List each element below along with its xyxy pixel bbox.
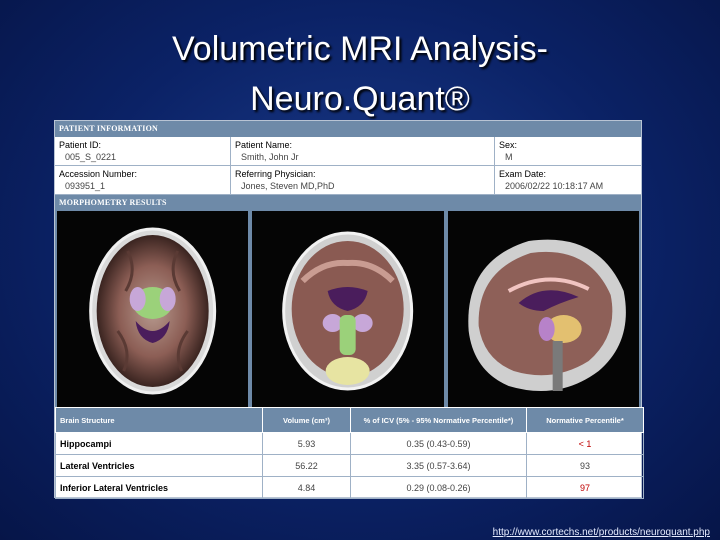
row-structure: Inferior Lateral Ventricles	[55, 476, 263, 499]
table-row: Hippocampi 5.93 0.35 (0.43-0.59) < 1	[55, 432, 644, 455]
row-structure: Hippocampi	[55, 432, 263, 455]
info-row: Accession Number: 093951_1 Referring Phy…	[55, 166, 641, 195]
sex-label: Sex:	[499, 140, 518, 150]
results-header-row: Brain Structure Volume (cm³) % of ICV (5…	[55, 407, 644, 433]
row-icv: 0.35 (0.43-0.59)	[350, 432, 527, 455]
row-volume: 5.93	[262, 432, 351, 455]
info-row: Patient ID: 005_S_0221 Patient Name: Smi…	[55, 137, 641, 166]
row-percentile: 93	[526, 454, 644, 477]
patient-name-label: Patient Name:	[235, 140, 293, 150]
row-structure: Lateral Ventricles	[55, 454, 263, 477]
patient-id-value: 005_S_0221	[65, 152, 117, 162]
mri-image-strip	[55, 211, 641, 407]
coronal-mri-image	[252, 211, 444, 407]
patient-info-header: PATIENT INFORMATION	[55, 121, 641, 137]
neuroquant-report: PATIENT INFORMATION Patient ID: 005_S_02…	[54, 120, 644, 499]
row-percentile: 97	[526, 476, 644, 499]
results-table: Brain Structure Volume (cm³) % of ICV (5…	[55, 407, 644, 499]
axial-mri-image	[57, 211, 249, 407]
patient-id-cell: Patient ID: 005_S_0221	[55, 137, 231, 165]
header-brain-structure: Brain Structure	[55, 407, 263, 433]
slide-title: Volumetric MRI Analysis- Neuro.Quant®	[0, 24, 720, 124]
title-line-1: Volumetric MRI Analysis-	[172, 30, 548, 68]
sex-value: M	[505, 152, 513, 162]
exam-date-value: 2006/02/22 10:18:17 AM	[505, 181, 604, 191]
row-percentile: < 1	[526, 432, 644, 455]
patient-id-label: Patient ID:	[59, 140, 102, 150]
table-row: Lateral Ventricles 56.22 3.35 (0.57-3.64…	[55, 454, 644, 477]
header-percent-icv: % of ICV (5% - 95% Normative Percentile*…	[350, 407, 527, 433]
patient-info-grid: Patient ID: 005_S_0221 Patient Name: Smi…	[55, 137, 641, 195]
header-volume: Volume (cm³)	[262, 407, 351, 433]
row-icv: 0.29 (0.08-0.26)	[350, 476, 527, 499]
row-volume: 56.22	[262, 454, 351, 477]
sex-cell: Sex: M	[495, 137, 641, 165]
physician-label: Referring Physician:	[235, 169, 316, 179]
title-line-2: Neuro.Quant®	[250, 80, 470, 118]
accession-label: Accession Number:	[59, 169, 138, 179]
physician-cell: Referring Physician: Jones, Steven MD,Ph…	[231, 166, 495, 194]
exam-date-cell: Exam Date: 2006/02/22 10:18:17 AM	[495, 166, 641, 194]
physician-value: Jones, Steven MD,PhD	[241, 181, 335, 191]
accession-cell: Accession Number: 093951_1	[55, 166, 231, 194]
row-icv: 3.35 (0.57-3.64)	[350, 454, 527, 477]
morphometry-header: MORPHOMETRY RESULTS	[55, 195, 641, 211]
accession-value: 093951_1	[65, 181, 106, 191]
exam-date-label: Exam Date:	[499, 169, 547, 179]
table-row: Inferior Lateral Ventricles 4.84 0.29 (0…	[55, 476, 644, 499]
header-normative-percentile: Normative Percentile*	[526, 407, 644, 433]
row-volume: 4.84	[262, 476, 351, 499]
patient-name-cell: Patient Name: Smith, John Jr	[231, 137, 495, 165]
sagittal-mri-image	[447, 211, 639, 407]
patient-name-value: Smith, John Jr	[241, 152, 299, 162]
cortechs-link[interactable]: http://www.cortechs.net/products/neuroqu…	[493, 527, 710, 538]
